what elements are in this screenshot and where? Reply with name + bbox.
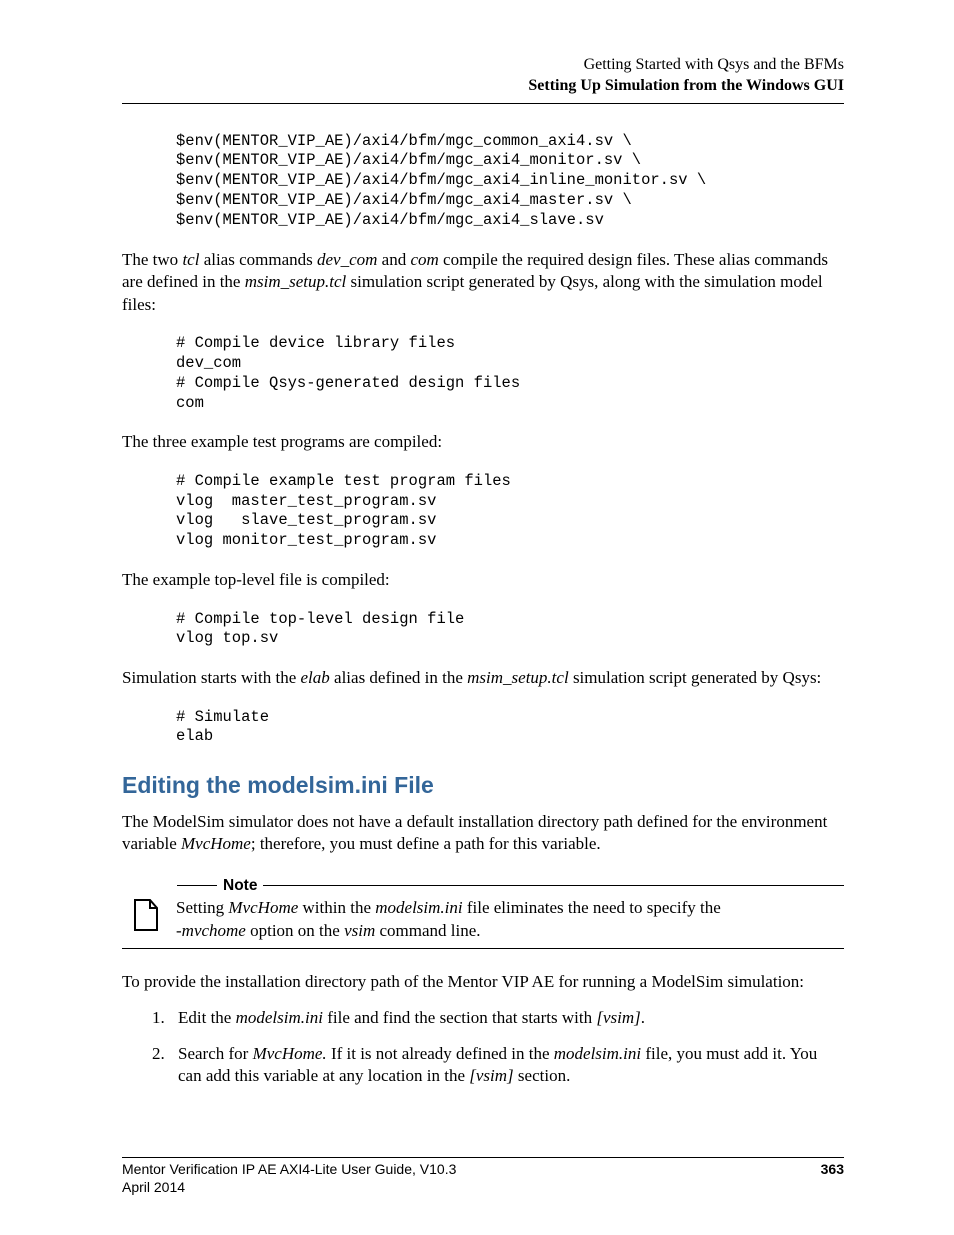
header-rule bbox=[122, 103, 844, 104]
paragraph: To provide the installation directory pa… bbox=[122, 971, 844, 993]
code-block-env-files: $env(MENTOR_VIP_AE)/axi4/bfm/mgc_common_… bbox=[176, 132, 844, 231]
code-block-test-programs: # Compile example test program files vlo… bbox=[176, 472, 844, 551]
paragraph: The three example test programs are comp… bbox=[122, 431, 844, 453]
footer-title: Mentor Verification IP AE AXI4-Lite User… bbox=[122, 1161, 456, 1179]
header-section: Setting Up Simulation from the Windows G… bbox=[122, 76, 844, 97]
header-chapter: Getting Started with Qsys and the BFMs bbox=[122, 55, 844, 76]
note-rule-right bbox=[263, 885, 844, 886]
note-rule-left bbox=[177, 885, 217, 886]
paragraph: The ModelSim simulator does not have a d… bbox=[122, 811, 844, 856]
footer: Mentor Verification IP AE AXI4-Lite User… bbox=[122, 1157, 844, 1197]
list-text: Edit the modelsim.ini file and find the … bbox=[178, 1007, 844, 1029]
heading-editing-modelsim: Editing the modelsim.ini File bbox=[122, 771, 844, 800]
list-item: 2. Search for MvcHome. If it is not alre… bbox=[152, 1043, 844, 1087]
page-icon bbox=[133, 899, 159, 931]
ordered-list: 1. Edit the modelsim.ini file and find t… bbox=[152, 1007, 844, 1087]
list-text: Search for MvcHome. If it is not already… bbox=[178, 1043, 844, 1087]
paragraph: The two tcl alias commands dev_com and c… bbox=[122, 249, 844, 316]
note-head: Note bbox=[122, 876, 844, 896]
code-block-elab: # Simulate elab bbox=[176, 708, 844, 748]
page: Getting Started with Qsys and the BFMs S… bbox=[0, 0, 954, 1235]
note-rule-bottom bbox=[122, 948, 844, 949]
code-block-dev-com: # Compile device library files dev_com #… bbox=[176, 334, 844, 413]
footer-date: April 2014 bbox=[122, 1179, 844, 1197]
note-box: Note Setting MvcHome within the modelsim… bbox=[122, 876, 844, 949]
footer-row: Mentor Verification IP AE AXI4-Lite User… bbox=[122, 1161, 844, 1179]
note-icon bbox=[122, 897, 170, 931]
note-body: Setting MvcHome within the modelsim.ini … bbox=[122, 895, 844, 947]
note-text: Setting MvcHome within the modelsim.ini … bbox=[170, 897, 844, 941]
page-number: 363 bbox=[821, 1161, 844, 1179]
paragraph: The example top-level file is compiled: bbox=[122, 569, 844, 591]
list-item: 1. Edit the modelsim.ini file and find t… bbox=[152, 1007, 844, 1029]
list-number: 1. bbox=[152, 1007, 178, 1029]
footer-rule bbox=[122, 1157, 844, 1158]
list-number: 2. bbox=[152, 1043, 178, 1087]
note-label: Note bbox=[221, 876, 259, 896]
running-header: Getting Started with Qsys and the BFMs S… bbox=[122, 55, 844, 97]
code-block-top: # Compile top-level design file vlog top… bbox=[176, 610, 844, 650]
paragraph: Simulation starts with the elab alias de… bbox=[122, 667, 844, 689]
